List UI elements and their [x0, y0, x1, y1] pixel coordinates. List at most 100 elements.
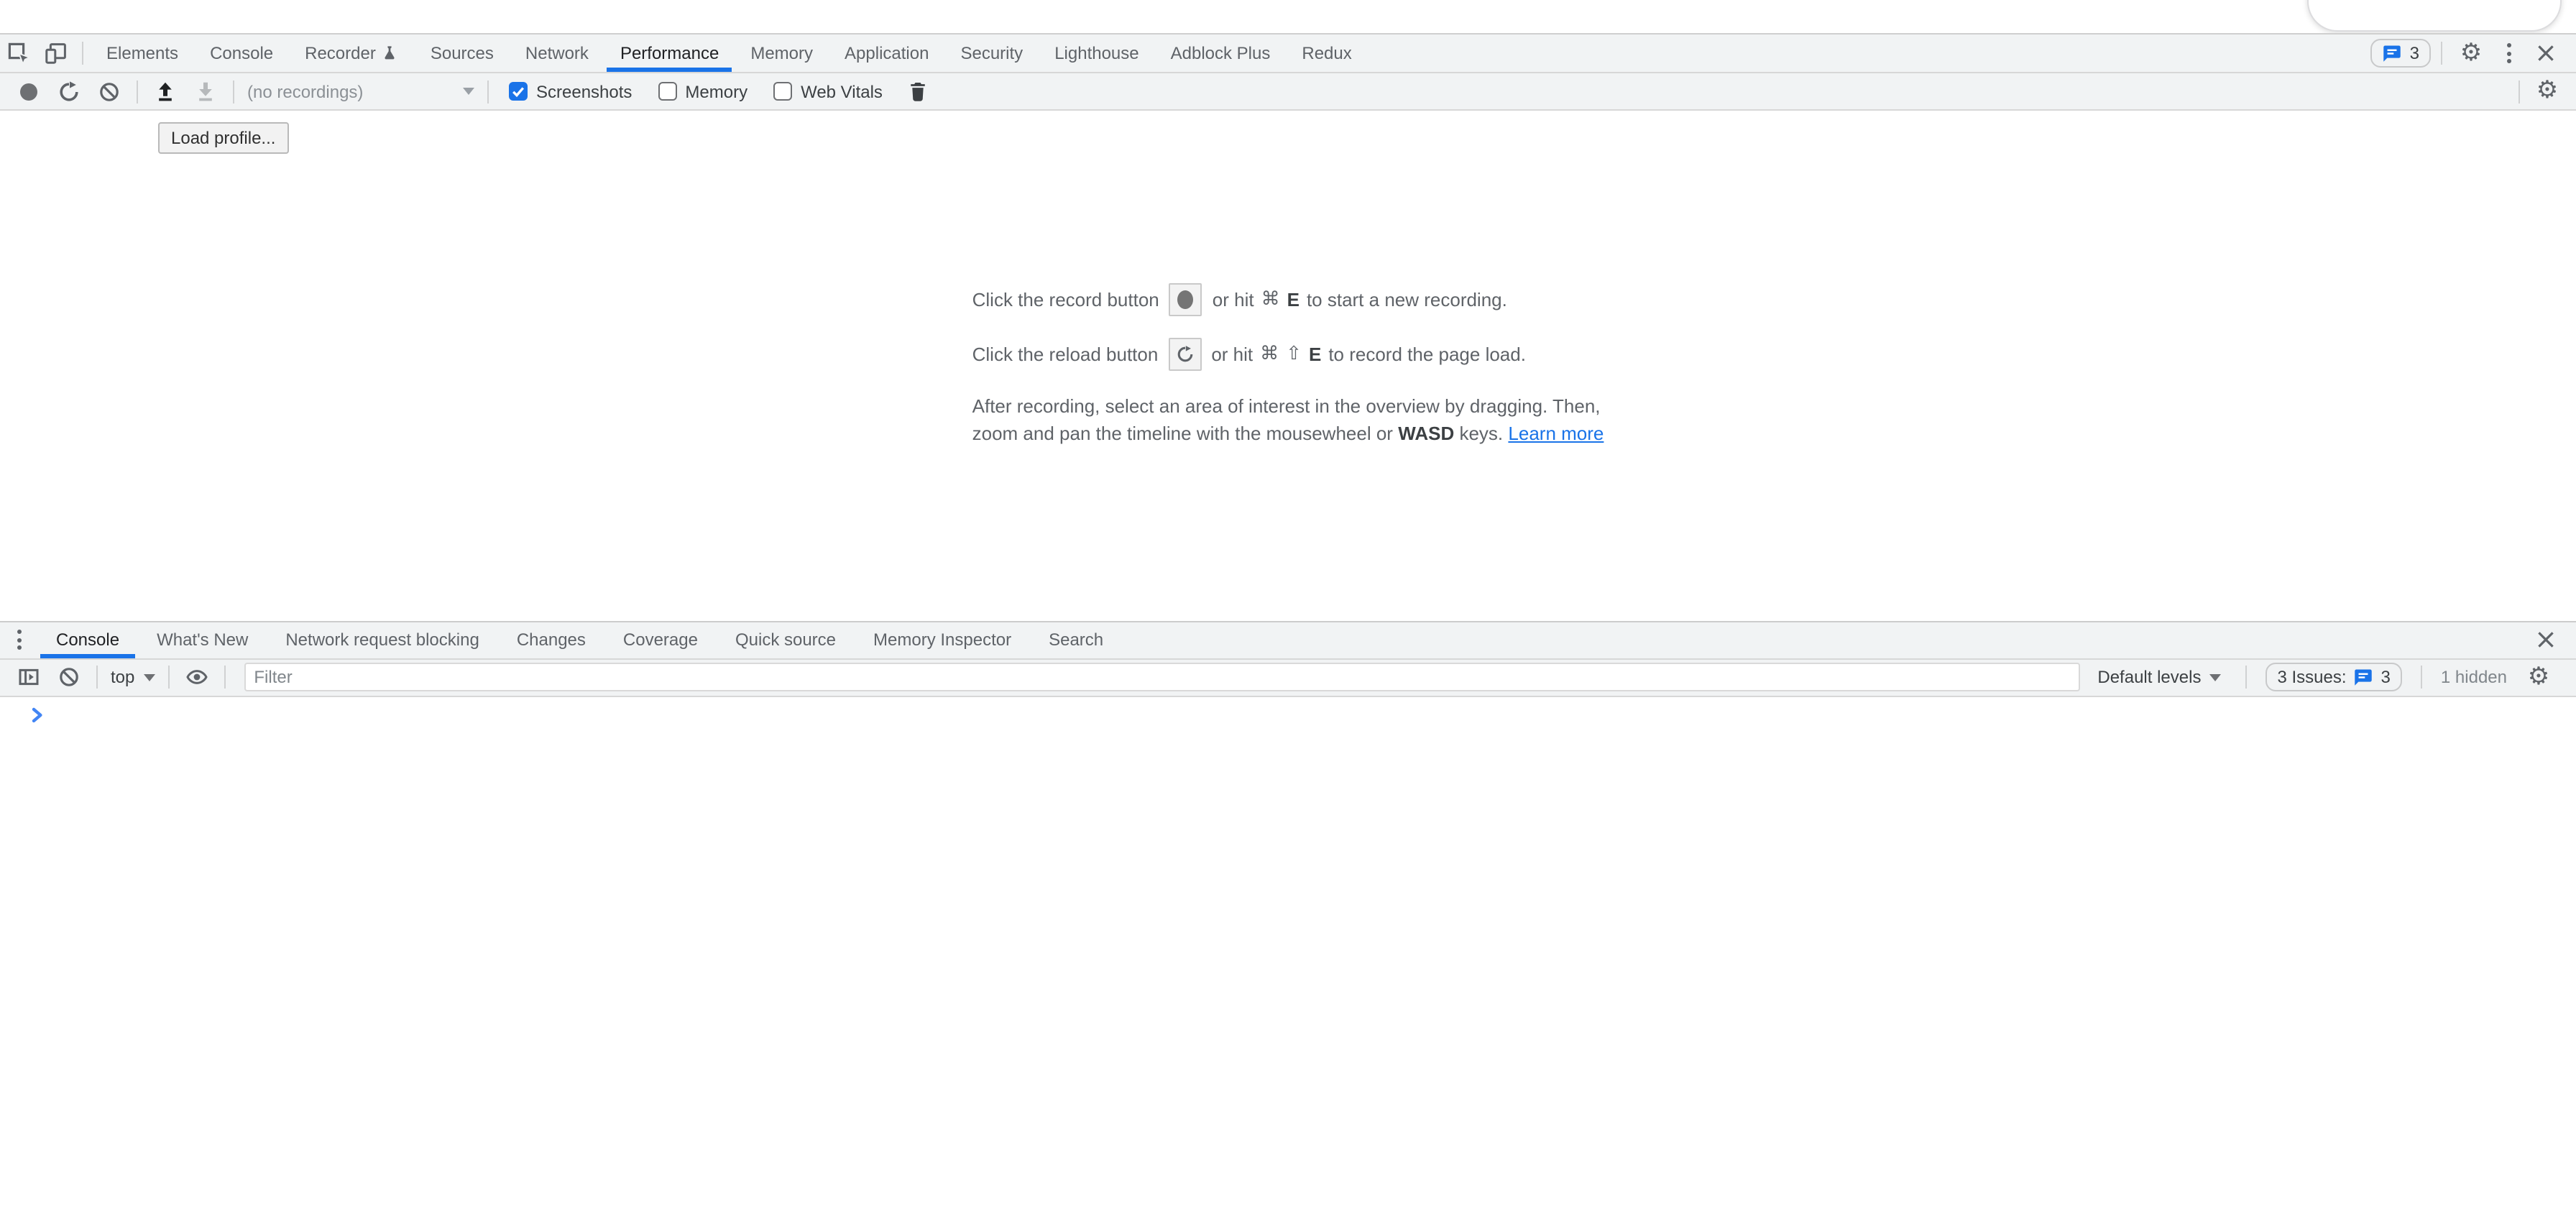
- tab-network[interactable]: Network: [510, 34, 604, 72]
- shortcut-key: E: [1309, 344, 1321, 365]
- experiment-flask-icon: [382, 45, 399, 62]
- inspect-element-button[interactable]: [0, 34, 37, 72]
- web-vitals-checkbox-group[interactable]: Web Vitals: [773, 81, 883, 101]
- drawer-tab-memory-inspector[interactable]: Memory Inspector: [855, 622, 1030, 658]
- console-issues-button[interactable]: 3 Issues: 3: [2266, 663, 2401, 691]
- performance-toolbar: (no recordings) Screenshots Memory Web V…: [0, 73, 2576, 111]
- web-vitals-checkbox[interactable]: [773, 82, 792, 101]
- tab-redux[interactable]: Redux: [1286, 34, 1367, 72]
- wasd-keys: WASD: [1398, 423, 1454, 445]
- performance-panel-body: Load profile... Click the record button …: [0, 111, 2576, 620]
- close-drawer-button[interactable]: [2527, 622, 2564, 658]
- issues-chat-icon: [2383, 43, 2403, 63]
- memory-checkbox-group[interactable]: Memory: [658, 81, 748, 101]
- delete-recording-button[interactable]: [901, 74, 936, 109]
- chevron-down-icon: [143, 673, 155, 681]
- checkmark-icon: [510, 83, 526, 99]
- toolbar-separator: [137, 80, 138, 103]
- tab-lighthouse[interactable]: Lighthouse: [1039, 34, 1154, 72]
- clear-recordings-button[interactable]: [92, 74, 126, 109]
- record-instruction-prefix: Click the record button: [972, 289, 1159, 310]
- toolbar-separator: [82, 42, 83, 65]
- paragraph-line2-pre: zoom and pan the timeline with the mouse…: [972, 423, 1393, 445]
- show-console-sidebar-button[interactable]: [12, 660, 46, 694]
- landing-instructions: Click the record button or hit ⌘ E to st…: [972, 283, 1604, 448]
- gear-icon: ⚙: [2536, 79, 2559, 103]
- shift-key-symbol: ⇧: [1286, 343, 1302, 366]
- cmd-key-symbol: ⌘: [1260, 343, 1279, 366]
- shortcut-key: E: [1287, 289, 1300, 310]
- tab-console[interactable]: Console: [194, 34, 289, 72]
- reload-instruction-prefix: Click the reload button: [972, 344, 1159, 365]
- tab-sources[interactable]: Sources: [415, 34, 510, 72]
- screenshots-checkbox-group[interactable]: Screenshots: [509, 81, 632, 101]
- memory-checkbox-label: Memory: [685, 81, 748, 101]
- reload-icon: [1175, 345, 1194, 364]
- issues-counter-button[interactable]: 3: [2371, 39, 2431, 68]
- recordings-dropdown[interactable]: (no recordings): [247, 81, 474, 101]
- drawer-tab-network-request-blocking[interactable]: Network request blocking: [267, 622, 497, 658]
- clear-ban-icon: [58, 666, 80, 689]
- more-options-button[interactable]: [2493, 34, 2524, 72]
- load-profile-tooltip: Load profile...: [158, 122, 288, 154]
- tab-performance[interactable]: Performance: [604, 34, 735, 72]
- tab-elements[interactable]: Elements: [91, 34, 194, 72]
- kebab-dot: [17, 637, 21, 642]
- drawer-tab-coverage[interactable]: Coverage: [604, 622, 717, 658]
- javascript-context-dropdown[interactable]: top: [111, 667, 155, 687]
- usage-paragraph: After recording, select an area of inter…: [972, 392, 1604, 448]
- drawer-tab-quick-source[interactable]: Quick source: [717, 622, 855, 658]
- kebab-dot: [17, 630, 21, 634]
- record-icon: [20, 83, 37, 100]
- save-profile-button[interactable]: [188, 74, 223, 109]
- console-body[interactable]: [0, 696, 2576, 1206]
- capture-settings-button[interactable]: ⚙: [2530, 74, 2564, 109]
- load-profile-button[interactable]: [148, 74, 183, 109]
- tab-memory[interactable]: Memory: [735, 34, 829, 72]
- console-toolbar-right: Default levels 3 Issues: 3 1 hidden ⚙: [2092, 660, 2559, 694]
- kebab-dot: [17, 645, 21, 650]
- memory-checkbox[interactable]: [658, 82, 676, 101]
- tab-recorder[interactable]: Recorder: [289, 34, 415, 72]
- close-icon: [2537, 631, 2554, 648]
- drawer-tab-whats-new[interactable]: What's New: [138, 622, 267, 658]
- device-toolbar-icon: [45, 42, 68, 65]
- reload-instruction-suffix: to record the page load.: [1328, 344, 1526, 365]
- settings-button[interactable]: ⚙: [2452, 34, 2490, 72]
- toolbar-separator: [487, 80, 489, 103]
- tab-application[interactable]: Application: [829, 34, 944, 72]
- record-instruction-mid: or hit: [1213, 289, 1254, 310]
- paragraph-line1: After recording, select an area of inter…: [972, 395, 1601, 417]
- eye-icon: [185, 666, 208, 689]
- learn-more-link[interactable]: Learn more: [1508, 423, 1604, 445]
- screenshots-checkbox[interactable]: [509, 82, 528, 101]
- javascript-context-value: top: [111, 667, 134, 687]
- toolbar-separator: [96, 666, 98, 689]
- console-issues-count: 3: [2381, 667, 2391, 687]
- toolbar-separator: [2518, 80, 2520, 103]
- reload-glyph-box: [1168, 338, 1201, 371]
- log-levels-dropdown[interactable]: Default levels: [2097, 667, 2221, 687]
- trash-icon: [908, 80, 929, 102]
- drawer-more-tabs-button[interactable]: [0, 622, 37, 658]
- drawer-tab-search[interactable]: Search: [1030, 622, 1122, 658]
- console-toolbar: top Default levels 3 Issues:: [0, 659, 2576, 696]
- close-devtools-button[interactable]: [2527, 34, 2564, 72]
- upload-icon: [154, 80, 177, 103]
- close-icon: [2537, 45, 2554, 62]
- drawer-tab-console[interactable]: Console: [37, 622, 138, 658]
- tab-security[interactable]: Security: [944, 34, 1039, 72]
- create-live-expression-button[interactable]: [179, 660, 213, 694]
- clear-console-button[interactable]: [52, 660, 86, 694]
- console-prompt-row[interactable]: [0, 696, 2576, 722]
- issues-count: 3: [2410, 43, 2419, 63]
- drawer-tab-changes[interactable]: Changes: [498, 622, 604, 658]
- record-button[interactable]: [12, 74, 46, 109]
- hidden-messages-label: 1 hidden: [2441, 667, 2507, 687]
- console-settings-button[interactable]: ⚙: [2521, 660, 2556, 694]
- device-toolbar-button[interactable]: [37, 34, 75, 72]
- tab-adblock-plus[interactable]: Adblock Plus: [1155, 34, 1287, 72]
- toolbar-separator: [233, 80, 234, 103]
- reload-and-record-button[interactable]: [52, 74, 86, 109]
- console-filter-input[interactable]: [244, 663, 2080, 691]
